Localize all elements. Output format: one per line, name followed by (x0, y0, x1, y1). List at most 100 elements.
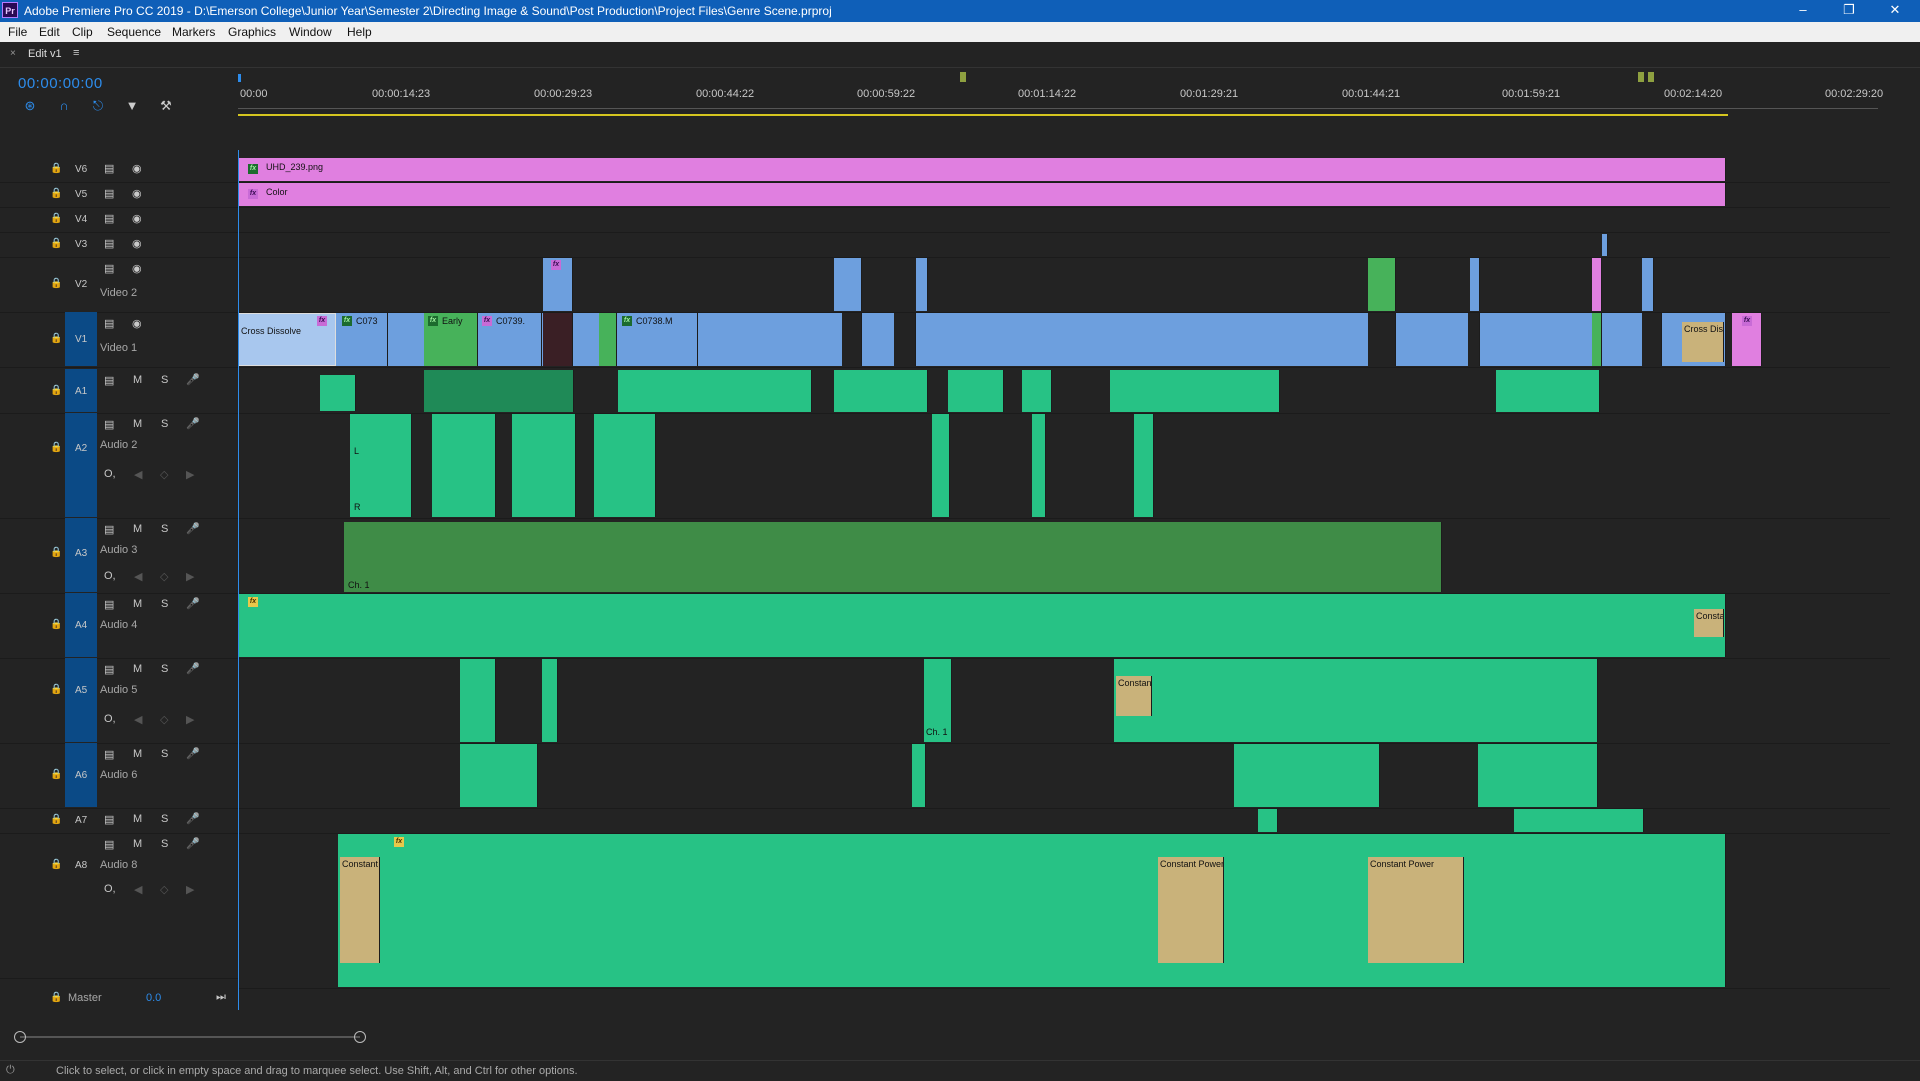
filmstrip-icon[interactable]: ▤ (104, 317, 114, 330)
gap[interactable] (842, 313, 862, 366)
clip-c0739[interactable]: fx C0739. (478, 313, 542, 366)
menu-file[interactable]: File (8, 25, 27, 39)
clip[interactable] (1470, 258, 1480, 311)
track-id[interactable]: V1 (75, 334, 87, 345)
audio-clip[interactable] (320, 375, 356, 411)
clip[interactable] (599, 313, 617, 366)
solo-button[interactable]: S (161, 374, 168, 386)
eye-icon[interactable]: ◉ (132, 317, 142, 330)
solo-button[interactable]: S (161, 813, 168, 825)
voiceover-mic-icon[interactable]: 🎤 (186, 373, 200, 386)
audio-clip[interactable] (512, 414, 576, 517)
voiceover-mic-icon[interactable]: 🎤 (186, 417, 200, 430)
lane-a4[interactable]: fx Consta (238, 593, 1890, 659)
mute-button[interactable]: M (133, 813, 142, 825)
track-id[interactable]: V3 (75, 239, 87, 250)
eye-icon[interactable]: ◉ (132, 187, 142, 200)
audio-clip[interactable] (912, 744, 926, 807)
clip-c073[interactable]: fx C073 (338, 313, 388, 366)
lane-v2[interactable]: fx (238, 257, 1890, 313)
audio-clip[interactable] (1134, 414, 1154, 517)
clip[interactable] (916, 258, 928, 311)
linked-selection-icon[interactable]: ⎋ (90, 98, 106, 114)
track-id[interactable]: A7 (75, 815, 87, 826)
lock-icon[interactable]: 🔒 (50, 278, 62, 289)
eye-icon[interactable]: ◉ (132, 212, 142, 225)
solo-button[interactable]: S (161, 838, 168, 850)
lock-icon[interactable]: 🔒 (50, 547, 62, 558)
audio-clip[interactable] (948, 370, 1004, 412)
voiceover-mic-icon[interactable]: 🎤 (186, 522, 200, 535)
lane-a6[interactable] (238, 743, 1890, 809)
audio-transition[interactable]: Consta (1694, 609, 1724, 637)
track-id[interactable]: V6 (75, 164, 87, 175)
marker-icon[interactable] (1638, 72, 1644, 82)
sync-lock-icon[interactable]: ▤ (104, 813, 114, 826)
voiceover-mic-icon[interactable]: 🎤 (186, 837, 200, 850)
menu-edit[interactable]: Edit (39, 25, 60, 39)
lock-icon[interactable]: 🔒 (50, 814, 62, 825)
mute-button[interactable]: M (133, 838, 142, 850)
menu-markers[interactable]: Markers (172, 25, 215, 39)
add-keyframe-icon[interactable]: ◇ (160, 883, 168, 896)
gap[interactable] (1468, 313, 1480, 366)
prev-keyframe-icon[interactable]: ◀ (134, 883, 142, 896)
lock-icon[interactable]: 🔒 (50, 163, 62, 174)
audio-clip[interactable] (1258, 809, 1278, 832)
add-keyframe-icon[interactable]: ◇ (160, 468, 168, 481)
lock-icon[interactable]: 🔒 (50, 188, 62, 199)
track-id[interactable]: A8 (75, 860, 87, 871)
audio-clip[interactable] (1022, 370, 1052, 412)
audio-clip[interactable]: L R (350, 414, 412, 517)
master-volume-value[interactable]: 0.0 (146, 992, 161, 1004)
eye-icon[interactable]: ◉ (132, 262, 142, 275)
audio-clip[interactable] (1496, 370, 1600, 412)
menu-graphics[interactable]: Graphics (228, 25, 276, 39)
time-ruler[interactable]: 00:00 00:00:14:23 00:00:29:23 00:00:44:2… (238, 70, 1890, 118)
audio-clip[interactable] (594, 414, 656, 517)
playhead-line[interactable] (238, 150, 239, 1010)
lane-a7[interactable] (238, 808, 1890, 834)
sync-lock-icon[interactable]: ▤ (104, 663, 114, 676)
marker-icon[interactable] (960, 72, 966, 82)
lane-a2[interactable]: L R (238, 413, 1890, 519)
clip-early[interactable]: fx Early (424, 313, 478, 366)
clip[interactable] (1642, 258, 1654, 311)
gap[interactable] (1642, 313, 1662, 366)
next-keyframe-icon[interactable]: ▶ (186, 570, 194, 583)
mute-button[interactable]: M (133, 523, 142, 535)
audio-clip[interactable] (460, 659, 496, 742)
solo-button[interactable]: S (161, 748, 168, 760)
add-keyframe-icon[interactable]: ◇ (160, 713, 168, 726)
channel-volume-button[interactable]: O, (104, 570, 116, 582)
track-id[interactable]: A4 (75, 620, 87, 631)
eye-icon[interactable]: ◉ (132, 162, 142, 175)
scrollbar-track[interactable] (20, 1036, 360, 1038)
prev-keyframe-icon[interactable]: ◀ (134, 468, 142, 481)
clip[interactable] (543, 313, 573, 366)
clip[interactable]: fx (1732, 313, 1762, 366)
track-id[interactable]: V5 (75, 189, 87, 200)
audio-clip[interactable] (618, 370, 812, 412)
audio-transition[interactable]: Constant Power (1368, 857, 1464, 963)
clip[interactable] (1592, 258, 1602, 311)
sync-lock-icon[interactable]: ▤ (104, 374, 114, 387)
audio-clip-long[interactable]: Ch. 1 (344, 522, 1442, 592)
scroll-handle-right[interactable] (354, 1031, 366, 1043)
go-to-out-icon[interactable]: ⏭ (216, 991, 226, 1004)
audio-transition[interactable]: Constant P (340, 857, 380, 963)
work-area-bar[interactable] (238, 114, 1728, 116)
audio-transition[interactable]: Constant Power (1158, 857, 1224, 963)
menu-clip[interactable]: Clip (72, 25, 93, 39)
transition-cross-dissolve[interactable]: Cross Diss (1682, 322, 1724, 362)
timeline-tracks[interactable]: fx UHD_239.png fx Color fx Cross Dissolv… (238, 150, 1890, 1010)
channel-volume-button[interactable]: O, (104, 468, 116, 480)
sync-lock-icon[interactable]: ▤ (104, 418, 114, 431)
lock-icon[interactable]: 🔒 (50, 442, 62, 453)
sequence-tab-edit-v1[interactable]: Edit v1 (28, 48, 62, 60)
audio-clip-long[interactable]: fx (338, 834, 1726, 987)
lane-a1[interactable] (238, 369, 1890, 414)
audio-transition[interactable]: Constant (1116, 676, 1152, 716)
lane-v3[interactable] (238, 232, 1890, 258)
filmstrip-icon[interactable]: ▤ (104, 187, 114, 200)
